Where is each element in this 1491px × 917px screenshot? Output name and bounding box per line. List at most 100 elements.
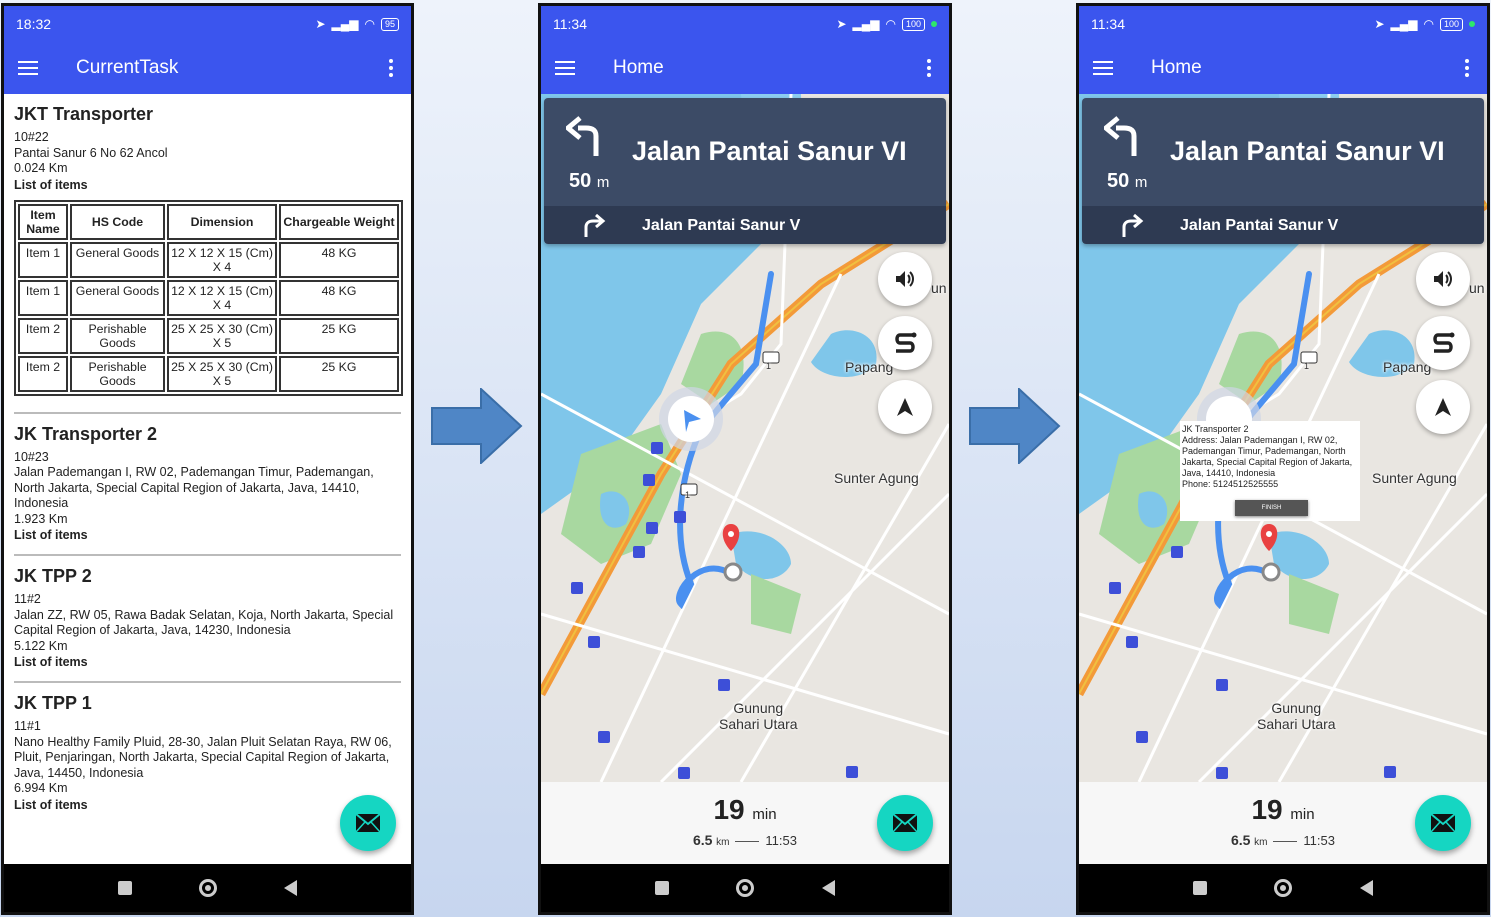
table-cell: 48 KG — [279, 241, 399, 278]
map-label-edge: un — [1469, 280, 1485, 296]
message-fab[interactable] — [1415, 795, 1471, 851]
battery-icon: 100 — [901, 17, 925, 31]
sound-button[interactable] — [878, 252, 932, 306]
phone-navigation-popup: 11:34 ➤ ▂▄▆ ◠ 100 Home 1 Papang Sunter A… — [1076, 3, 1490, 915]
col-header: Dimension — [167, 203, 277, 240]
map-label-sunter: Sunter Agung — [834, 470, 919, 486]
location-icon: ➤ — [315, 17, 326, 31]
flow-arrow-icon — [969, 388, 1061, 464]
table-cell: Item 1 — [18, 241, 68, 278]
sound-button[interactable] — [1416, 252, 1470, 306]
home-icon[interactable] — [736, 879, 755, 897]
road-shield: 1 — [685, 490, 691, 500]
task-item[interactable]: JKT Transporter 10#22 Pantai Sanur 6 No … — [14, 104, 403, 414]
app-bar: Home — [1079, 42, 1487, 94]
system-nav-bar — [1079, 864, 1487, 912]
task-name: JK TPP 1 — [14, 693, 92, 713]
turn-distance: 50 m — [569, 170, 610, 192]
road-shield: 1 — [766, 361, 772, 371]
route-icon — [895, 332, 917, 353]
table-row: Item 1 General Goods 12 X 12 X 15 (Cm) X… — [18, 241, 399, 278]
overflow-menu-icon[interactable] — [1465, 59, 1469, 80]
system-nav-bar — [4, 864, 411, 912]
current-street: Jalan Pantai Sanur VI — [632, 136, 907, 166]
message-fab[interactable] — [340, 795, 396, 851]
status-bar: 11:34 ➤ ▂▄▆ ◠ 100 — [541, 6, 949, 42]
home-icon[interactable] — [198, 879, 217, 897]
turn-right-icon — [584, 214, 606, 237]
status-bar: 18:32 ➤ ▂▄▆ ◠ 95 — [4, 6, 411, 42]
status-time: 11:34 — [553, 16, 587, 32]
finish-button[interactable]: FINISH — [1235, 500, 1308, 516]
home-icon[interactable] — [1274, 879, 1293, 897]
table-cell: 25 X 25 X 30 (Cm) X 5 — [167, 317, 277, 354]
task-distance: 0.024 Km — [14, 161, 68, 175]
overflow-menu-icon[interactable] — [927, 59, 931, 80]
next-street: Jalan Pantai Sanur V — [1180, 217, 1339, 234]
task-address: Nano Healthy Family Pluid, 28-30, Jalan … — [14, 734, 392, 780]
task-address: Jalan Pademangan I, RW 02, Pademangan Ti… — [14, 465, 374, 510]
task-distance: 5.122 Km — [14, 638, 68, 653]
speaker-icon — [1434, 271, 1452, 287]
map-label-edge: un — [931, 280, 947, 296]
route-overview-button[interactable] — [1416, 316, 1470, 370]
hamburger-menu-icon[interactable] — [18, 61, 38, 75]
message-fab[interactable] — [877, 795, 933, 851]
back-icon[interactable] — [284, 880, 298, 896]
task-code: 10#23 — [14, 449, 49, 464]
recents-icon[interactable] — [654, 881, 669, 895]
task-code: 11#2 — [14, 592, 41, 606]
page-title: Home — [1151, 57, 1202, 78]
table-cell: Perishable Goods — [70, 317, 165, 354]
task-item[interactable]: JK TPP 2 11#2 Jalan ZZ, RW 05, Rawa Bada… — [14, 566, 401, 683]
task-distance: 6.994 Km — [14, 781, 68, 795]
table-cell: Item 1 — [18, 279, 68, 316]
notification-dot — [931, 21, 937, 27]
task-address: Pantai Sanur 6 No 62 Ancol — [14, 145, 168, 160]
envelope-icon — [1430, 813, 1456, 833]
table-cell: 48 KG — [279, 279, 399, 316]
recenter-button[interactable] — [878, 380, 932, 434]
hamburger-menu-icon[interactable] — [1093, 61, 1113, 75]
location-icon: ➤ — [1374, 17, 1385, 31]
app-bar: Home — [541, 42, 949, 94]
popup-address: Address: Jalan Pademangan I, RW 02, Pade… — [1182, 435, 1353, 478]
task-name: JK Transporter 2 — [14, 423, 158, 444]
battery-icon: 95 — [380, 17, 399, 31]
phone-navigation: 11:34 ➤ ▂▄▆ ◠ 100 Home 1 1 Papang Sunter… — [538, 3, 952, 915]
table-cell: 12 X 12 X 15 (Cm) X 4 — [167, 279, 277, 316]
system-nav-bar — [541, 864, 949, 912]
table-row: Item 1 General Goods 12 X 12 X 15 (Cm) X… — [18, 279, 399, 316]
overflow-menu-icon[interactable] — [389, 59, 393, 80]
next-street: Jalan Pantai Sanur V — [642, 217, 801, 234]
back-icon[interactable] — [822, 880, 836, 896]
turn-right-icon — [1122, 214, 1144, 237]
notification-dot — [1469, 21, 1475, 27]
status-time: 18:32 — [16, 16, 52, 32]
location-icon: ➤ — [836, 17, 847, 31]
task-item[interactable]: JK TPP 1 11#1 Nano Healthy Family Pluid,… — [14, 693, 401, 824]
signal-icon: ▂▄▆ — [331, 17, 359, 31]
recenter-button[interactable] — [1416, 380, 1470, 434]
table-row: Item 2 Perishable Goods 25 X 25 X 30 (Cm… — [18, 355, 399, 392]
battery-icon: 100 — [1439, 17, 1463, 31]
items-label: List of items — [14, 655, 88, 669]
route-icon — [1433, 332, 1455, 353]
page-title: CurrentTask — [76, 57, 179, 78]
table-cell: General Goods — [70, 279, 165, 316]
table-cell: 25 KG — [279, 317, 399, 354]
route-overview-button[interactable] — [878, 316, 932, 370]
turn-distance: 50 m — [1107, 170, 1148, 192]
app-bar: CurrentTask — [4, 42, 411, 94]
task-name: JK TPP 2 — [14, 566, 92, 586]
map-label-gunung: Gunung Sahari Utara — [719, 700, 798, 732]
recents-icon[interactable] — [1192, 881, 1207, 895]
wifi-icon: ◠ — [885, 17, 896, 31]
hamburger-menu-icon[interactable] — [555, 61, 575, 75]
task-name: JKT Transporter — [14, 104, 154, 124]
recents-icon[interactable] — [117, 881, 132, 895]
turn-left-icon — [1104, 116, 1137, 156]
task-item[interactable]: JK Transporter 2 10#23 Jalan Pademangan … — [14, 423, 401, 556]
back-icon[interactable] — [1360, 880, 1374, 896]
speaker-icon — [896, 271, 914, 287]
